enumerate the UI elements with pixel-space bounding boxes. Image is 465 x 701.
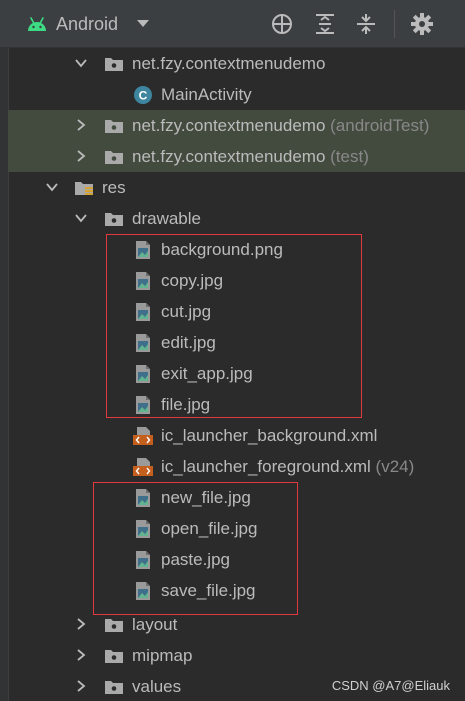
locate-icon xyxy=(272,14,292,34)
settings-button[interactable] xyxy=(410,12,434,36)
locate-button[interactable] xyxy=(270,12,294,36)
folder-icon xyxy=(105,619,123,632)
file-row[interactable]: ic_launcher_foreground.xml (v24) xyxy=(8,451,465,482)
package-main-label: net.fzy.contextmenudemo xyxy=(132,54,326,73)
xml-file-icon xyxy=(133,427,153,445)
file-name-label: ic_launcher_background.xml xyxy=(161,425,377,446)
tree-row-main-activity[interactable]: C MainActivity xyxy=(8,79,465,110)
expand-all-button[interactable] xyxy=(313,12,337,36)
view-selector-dropdown[interactable]: Android xyxy=(26,10,150,38)
values-label: values xyxy=(132,677,182,696)
package-folder-icon xyxy=(105,58,123,71)
xml-file-icon xyxy=(133,458,153,476)
res-label: res xyxy=(102,178,126,197)
chevron-right-icon[interactable] xyxy=(74,679,88,693)
package-name-text: net.fzy.contextmenudemo xyxy=(132,116,326,135)
chevron-down-icon[interactable] xyxy=(74,56,88,70)
collapse-all-icon xyxy=(357,14,375,34)
android-test-suffix: (androidTest) xyxy=(330,116,430,135)
gear-icon xyxy=(411,13,433,35)
tree-row-package-test[interactable]: net.fzy.contextmenudemo (test) xyxy=(8,141,465,172)
chevron-down-icon xyxy=(137,20,150,27)
folder-icon xyxy=(105,681,123,694)
chevron-right-icon[interactable] xyxy=(74,149,88,163)
file-row[interactable]: ic_launcher_background.xml xyxy=(8,420,465,451)
expand-all-icon xyxy=(316,14,334,34)
tree-row-drawable[interactable]: drawable xyxy=(8,203,465,234)
package-android-test-label: net.fzy.contextmenudemo (androidTest) xyxy=(132,115,429,136)
class-icon: C xyxy=(134,86,152,104)
layout-label: layout xyxy=(132,615,178,634)
package-test-label: net.fzy.contextmenudemo (test) xyxy=(132,146,369,167)
tree-row-res[interactable]: res xyxy=(8,172,465,203)
file-qualifier-suffix: (v24) xyxy=(375,457,415,476)
chevron-right-icon[interactable] xyxy=(74,118,88,132)
package-folder-icon xyxy=(105,120,123,133)
folder-icon xyxy=(105,213,123,226)
file-name-text: ic_launcher_background.xml xyxy=(161,426,378,445)
toolbar-separator xyxy=(394,10,395,38)
project-toolbar: Android xyxy=(0,0,465,48)
main-activity-label: MainActivity xyxy=(161,85,252,104)
file-name-text: ic_launcher_foreground.xml xyxy=(161,457,371,476)
tree-row-package-android-test[interactable]: net.fzy.contextmenudemo (androidTest) xyxy=(8,110,465,141)
chevron-down-icon[interactable] xyxy=(74,211,88,225)
project-panel: Android net.fzy.contextmenudemo C MainAc… xyxy=(0,0,465,701)
view-selector-label: Android xyxy=(56,13,119,34)
tree-row-mipmap[interactable]: mipmap xyxy=(8,640,465,671)
drawable-label: drawable xyxy=(132,209,201,228)
watermark: CSDN @A7@Eliauk xyxy=(331,678,450,693)
chevron-down-icon[interactable] xyxy=(45,180,59,194)
package-folder-icon xyxy=(105,151,123,164)
collapse-all-button[interactable] xyxy=(354,12,378,36)
tree-row-package-main[interactable]: net.fzy.contextmenudemo xyxy=(8,48,465,79)
annotation-box-top xyxy=(106,234,362,418)
android-icon xyxy=(28,17,46,31)
chevron-right-icon[interactable] xyxy=(74,617,88,631)
svg-text:C: C xyxy=(139,89,148,103)
resource-folder-icon xyxy=(75,182,93,195)
annotation-box-bottom xyxy=(93,482,298,615)
mipmap-label: mipmap xyxy=(132,646,193,665)
file-name-label: ic_launcher_foreground.xml (v24) xyxy=(161,456,414,477)
folder-icon xyxy=(105,650,123,663)
package-name-text: net.fzy.contextmenudemo xyxy=(132,147,326,166)
chevron-right-icon[interactable] xyxy=(74,648,88,662)
test-suffix: (test) xyxy=(330,147,369,166)
